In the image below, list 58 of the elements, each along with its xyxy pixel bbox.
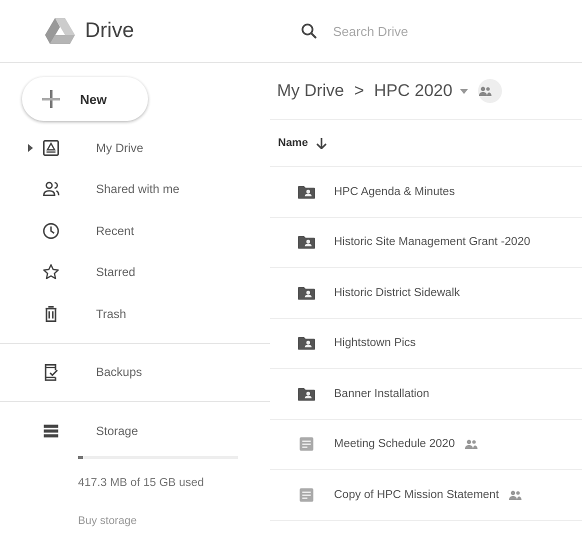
file-row[interactable]: Historic District Sidewalk bbox=[270, 268, 582, 318]
plus-icon bbox=[40, 88, 62, 110]
shared-badge[interactable] bbox=[478, 79, 502, 103]
nav-label: Shared with me bbox=[96, 182, 180, 196]
search-icon[interactable] bbox=[301, 23, 317, 39]
star-icon bbox=[42, 263, 60, 282]
nav-label: Recent bbox=[96, 224, 134, 238]
column-label: Name bbox=[278, 137, 308, 149]
phone-check-icon bbox=[42, 363, 60, 382]
file-row[interactable]: Historic Site Management Grant -2020 bbox=[270, 218, 582, 268]
clock-icon bbox=[42, 222, 60, 240]
breadcrumb-link[interactable]: My Drive bbox=[277, 81, 344, 101]
file-name: Copy of HPC Mission Statement bbox=[334, 488, 499, 501]
file-name: Historic District Sidewalk bbox=[334, 286, 460, 299]
breadcrumb-separator: > bbox=[354, 81, 364, 101]
nav-item[interactable]: Backups bbox=[0, 352, 270, 393]
nav-item[interactable]: My Drive bbox=[0, 127, 270, 168]
file-name: Meeting Schedule 2020 bbox=[334, 438, 455, 450]
new-button[interactable]: New bbox=[22, 77, 148, 121]
expand-arrow-icon[interactable] bbox=[26, 144, 34, 152]
form-icon bbox=[298, 488, 315, 502]
file-row[interactable]: Meeting Schedule 2020 bbox=[270, 420, 582, 470]
nav-item[interactable]: Shared with me bbox=[0, 168, 270, 210]
shared-folder-icon bbox=[298, 184, 315, 199]
file-row[interactable]: Banner Installation bbox=[270, 369, 582, 420]
file-row[interactable]: Hightstown Pics bbox=[270, 318, 582, 369]
form-icon bbox=[298, 437, 315, 452]
nav-item[interactable]: Starred bbox=[0, 252, 270, 293]
shared-folder-icon bbox=[298, 235, 315, 250]
name-column-header[interactable]: Name bbox=[270, 120, 582, 167]
nav-label: My Drive bbox=[96, 140, 144, 155]
nav-item[interactable]: Storage bbox=[0, 410, 270, 452]
storage-icon bbox=[42, 422, 60, 440]
nav-label: Backups bbox=[96, 365, 142, 380]
nav-label: Storage bbox=[96, 424, 138, 438]
drive-logo-icon bbox=[45, 18, 75, 44]
caret-icon bbox=[460, 88, 468, 94]
search-field[interactable]: Search Drive bbox=[331, 22, 535, 40]
app-title: Drive bbox=[85, 19, 134, 43]
people-icon bbox=[478, 86, 492, 96]
drive-icon bbox=[42, 138, 60, 157]
storage-usage: 417.3 MB of 15 GB used bbox=[78, 476, 205, 488]
file-row[interactable]: Copy of HPC Mission Statement bbox=[270, 470, 582, 520]
sort-down-arrow-icon bbox=[316, 138, 327, 148]
shared-folder-icon bbox=[298, 336, 315, 350]
nav-label: Trash bbox=[96, 306, 126, 321]
nav-item[interactable]: Recent bbox=[0, 210, 270, 252]
shared-folder-icon bbox=[298, 286, 315, 300]
file-name: Banner Installation bbox=[334, 388, 430, 400]
people-icon bbox=[42, 180, 60, 198]
file-row[interactable]: HPC Agenda & Minutes bbox=[270, 167, 582, 218]
file-name: HPC Agenda & Minutes bbox=[334, 186, 455, 198]
nav-label: Starred bbox=[96, 265, 136, 280]
nav-item[interactable]: Trash bbox=[0, 293, 270, 334]
shared-folder-icon bbox=[298, 386, 315, 401]
file-name: Historic Site Management Grant -2020 bbox=[334, 236, 530, 248]
folder-menu-button[interactable]: HPC 2020 bbox=[374, 81, 468, 101]
file-name: Hightstown Pics bbox=[334, 337, 416, 350]
